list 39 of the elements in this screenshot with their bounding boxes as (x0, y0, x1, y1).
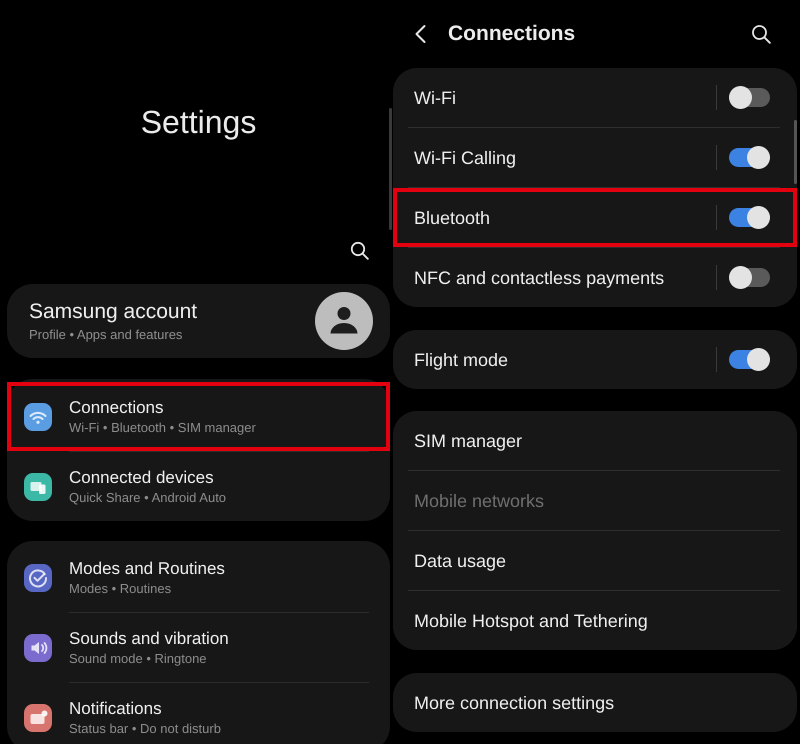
menu-item[interactable]: Modes and Routines Modes • Routines (7, 543, 390, 612)
search-icon[interactable] (350, 241, 369, 260)
menu-item[interactable]: Mobile Hotspot and Tethering (393, 591, 797, 650)
menu-item[interactable]: Connected devices Quick Share • Android Auto (7, 452, 390, 521)
item-subtitle: Modes • Routines (69, 580, 172, 597)
search-icon[interactable] (751, 24, 771, 44)
menu-item[interactable]: More connection settings (393, 673, 797, 732)
menu-item[interactable]: Sounds and vibration Sound mode • Ringtone (7, 613, 390, 682)
menu-item[interactable]: Bluetooth (393, 188, 797, 247)
item-subtitle: Quick Share • Android Auto (69, 489, 226, 506)
toggle-switch[interactable] (729, 348, 770, 371)
item-subtitle: Status bar • Do not disturb (69, 720, 221, 737)
menu-item[interactable]: NFC and contactless payments (393, 248, 797, 307)
back-icon[interactable] (414, 24, 427, 44)
item-subtitle: Wi-Fi • Bluetooth • SIM manager (69, 419, 256, 436)
page-title: Settings (140, 103, 256, 142)
account-title: Samsung account (29, 299, 198, 325)
toggle-switch[interactable] (729, 146, 770, 169)
toggle-switch[interactable] (729, 206, 770, 229)
menu-item[interactable]: Flight mode (393, 330, 797, 389)
menu-item[interactable]: Wi-Fi Calling (393, 128, 797, 187)
avatar-icon (315, 292, 373, 350)
account-card[interactable]: Samsung account Profile • Apps and features (7, 284, 390, 358)
item-title: Modes and Routines (69, 558, 225, 579)
menu-item[interactable]: Data usage (393, 531, 797, 590)
toggle-switch[interactable] (729, 86, 770, 109)
account-subtitle: Profile • Apps and features (29, 327, 184, 343)
toggle-switch[interactable] (729, 266, 770, 289)
menu-item[interactable]: Connections Wi-Fi • Bluetooth • SIM manager (7, 382, 390, 451)
page-title: Connections (448, 21, 576, 47)
item-title: Sounds and vibration (69, 628, 229, 649)
scrollbar (794, 120, 797, 184)
item-title: Notifications (69, 698, 163, 719)
item-title: Connected devices (69, 467, 215, 488)
menu-item[interactable]: Wi-Fi (393, 68, 797, 127)
item-title: Connections (69, 397, 165, 418)
menu-item[interactable]: Notifications Status bar • Do not disturb (7, 683, 390, 744)
menu-item[interactable]: SIM manager (393, 411, 797, 470)
item-subtitle: Sound mode • Ringtone (69, 650, 208, 667)
